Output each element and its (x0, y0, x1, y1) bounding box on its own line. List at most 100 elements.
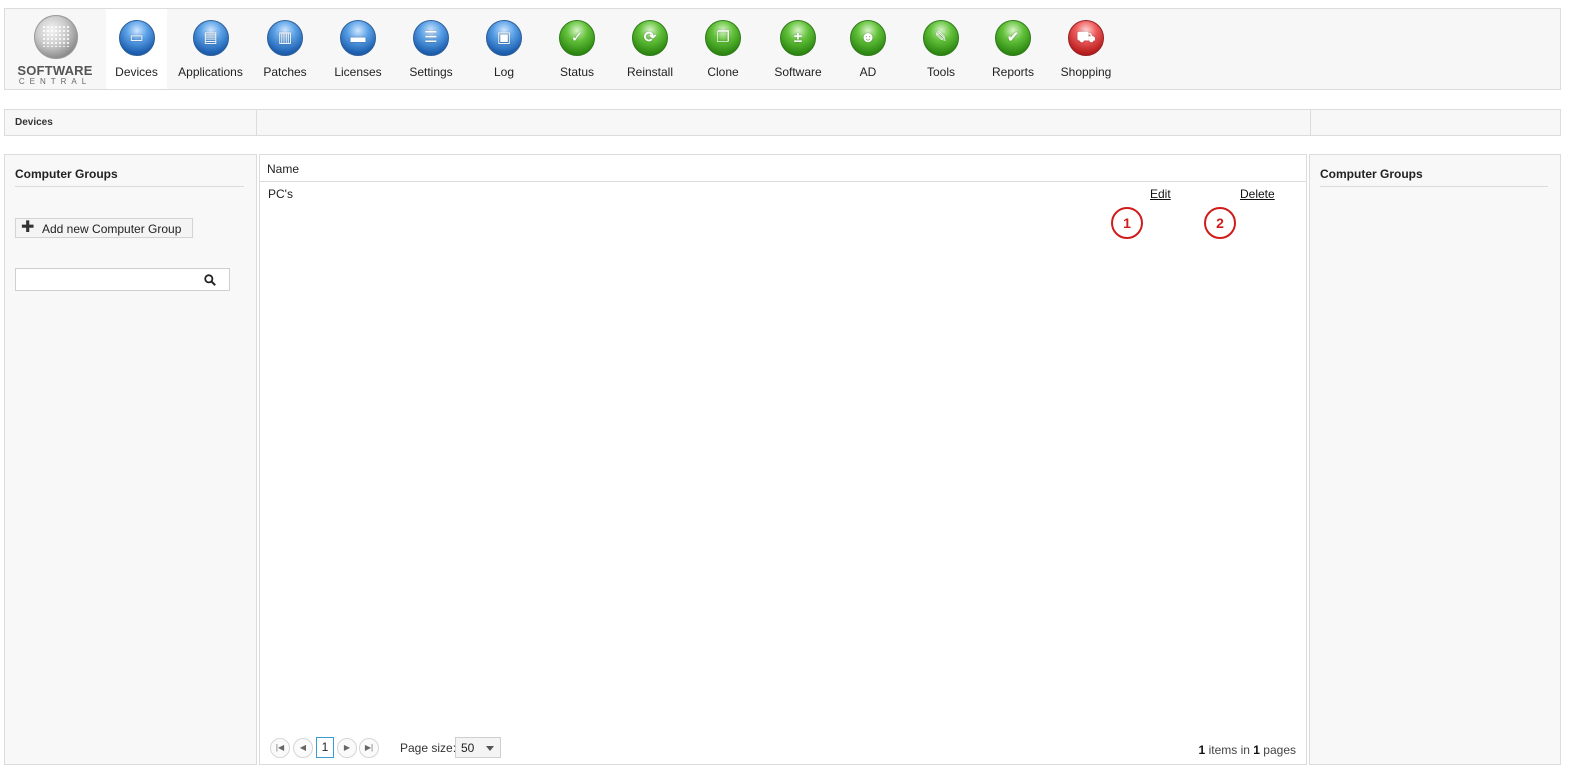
row-name: PC's (268, 187, 293, 201)
breadcrumb-divider (256, 110, 257, 135)
page-size-select[interactable]: 50 (455, 737, 501, 758)
nav-patches-button[interactable]: ▥ Patches (255, 9, 315, 89)
clipboard-check-icon: ✔ (995, 20, 1031, 56)
prev-page-icon[interactable]: ◀ (293, 738, 313, 758)
book-icon: ▥ (267, 20, 303, 56)
copy-icon-glyph: ❐ (716, 29, 730, 46)
nav-label: Reports (991, 65, 1035, 79)
callout-marker-1: 1 (1111, 207, 1143, 239)
delete-link[interactable]: Delete (1240, 187, 1275, 201)
refresh-icon-glyph: ⟳ (643, 29, 657, 46)
copy-icon: ❐ (705, 20, 741, 56)
users-icon: ☻ (850, 20, 886, 56)
applications-icon: ▤ (192, 20, 229, 56)
nav-status-button[interactable]: ✓ Status (547, 9, 607, 89)
right-panel: Computer Groups (1309, 154, 1561, 765)
plus-minus-icon: ± (780, 20, 816, 56)
software-central-logo[interactable]: SOFTWARE CENTRAL (9, 13, 101, 87)
add-computer-group-label: Add new Computer Group (42, 222, 182, 236)
nav-reinstall-button[interactable]: ⟳ Reinstall (620, 9, 680, 89)
divider (1320, 186, 1548, 187)
nav-clone-button[interactable]: ❐ Clone (693, 9, 753, 89)
clipboard-check-icon-glyph: ✔ (1006, 29, 1020, 46)
search-icon[interactable] (204, 274, 216, 286)
nav-label: Shopping (1060, 65, 1112, 79)
add-computer-group-button[interactable]: ✚ Add new Computer Group (15, 218, 193, 238)
group-search-input[interactable] (18, 271, 202, 290)
monitor-icon: ▭ (118, 20, 155, 56)
table-row[interactable]: PC's 1 Edit 2 Delete (260, 182, 1306, 239)
nav-label: Software (774, 65, 822, 79)
first-page-icon[interactable]: |◀ (270, 738, 290, 758)
monitor-icon-glyph: ▭ (129, 29, 144, 46)
logo-globe-icon (34, 15, 78, 59)
current-page-number[interactable]: 1 (316, 737, 334, 758)
pages-text: pages (1263, 743, 1296, 757)
chevron-down-icon (486, 746, 494, 751)
left-panel: Computer Groups ✚ Add new Computer Group (4, 154, 257, 765)
cart-icon-glyph: ⛟ (1076, 29, 1096, 46)
nav-tools-button[interactable]: ✎ Tools (911, 9, 971, 89)
checkmark-icon-glyph: ✓ (570, 29, 584, 46)
group-search-box (15, 268, 230, 291)
logo-text-software: SOFTWARE (17, 63, 93, 78)
page-size-value: 50 (461, 741, 475, 755)
nav-devices-button[interactable]: ▭ Devices (106, 9, 167, 89)
refresh-icon: ⟳ (632, 20, 668, 56)
nav-label: Status (559, 65, 595, 79)
checkmark-icon: ✓ (559, 20, 595, 56)
callout-marker-2: 2 (1204, 207, 1236, 239)
nav-reports-button[interactable]: ✔ Reports (983, 9, 1043, 89)
checklist-icon: ☰ (413, 20, 449, 56)
right-panel-title: Computer Groups (1320, 167, 1423, 181)
folder-icon: ▬ (340, 20, 376, 56)
users-icon-glyph: ☻ (860, 29, 876, 46)
applications-icon-glyph: ▤ (203, 29, 218, 46)
nav-label: Clone (707, 65, 739, 79)
left-panel-title: Computer Groups (15, 167, 118, 181)
cart-icon: ⛟ (1068, 20, 1104, 56)
nav-label: Tools (926, 65, 955, 79)
grid-header: Name (260, 155, 1306, 182)
nav-settings-button[interactable]: ☰ Settings (401, 9, 461, 89)
nav-log-button[interactable]: ▣ Log (474, 9, 534, 89)
nav-label: Applications (178, 65, 243, 79)
checklist-icon-glyph: ☰ (424, 29, 438, 46)
last-page-icon[interactable]: ▶| (359, 738, 379, 758)
nav-software-button[interactable]: ± Software (765, 9, 831, 89)
nav-label: Devices (115, 65, 158, 79)
breadcrumb-current: Devices (15, 117, 53, 128)
breadcrumb-divider (1310, 110, 1311, 135)
pages-count: 1 (1253, 743, 1260, 757)
plus-icon: ✚ (21, 219, 35, 236)
edit-link[interactable]: Edit (1150, 187, 1171, 201)
wrench-icon-glyph: ✎ (934, 29, 948, 46)
nav-label: Patches (263, 65, 307, 79)
page-size-label: Page size: (400, 741, 457, 755)
items-count: 1 (1198, 743, 1206, 757)
folder-icon-glyph: ▬ (350, 29, 366, 46)
nav-ad-button[interactable]: ☻ AD (838, 9, 898, 89)
nav-label: Reinstall (626, 65, 674, 79)
nav-shopping-button[interactable]: ⛟ Shopping (1056, 9, 1116, 89)
divider (15, 186, 244, 187)
next-page-icon[interactable]: ▶ (337, 738, 357, 758)
nav-applications-button[interactable]: ▤ Applications (173, 9, 248, 89)
logbook-icon-glyph: ▣ (496, 29, 512, 46)
wrench-icon: ✎ (923, 20, 959, 56)
logo-text-central: CENTRAL (18, 77, 92, 86)
column-header-name[interactable]: Name (267, 162, 299, 176)
breadcrumb: Devices (4, 109, 1561, 136)
nav-label: Settings (409, 65, 453, 79)
book-icon-glyph: ▥ (277, 29, 293, 46)
main-toolbar: SOFTWARE CENTRAL ▭ Devices ▤ Applications ▥ P… (4, 8, 1561, 90)
items-text: items in (1208, 743, 1250, 757)
nav-label: Log (493, 65, 515, 79)
nav-label: AD (859, 65, 877, 79)
pager-info: 1 items in 1 pages (1199, 743, 1296, 757)
nav-label: Licenses (334, 65, 382, 79)
nav-licenses-button[interactable]: ▬ Licenses (328, 9, 388, 89)
groups-grid: Name PC's 1 Edit 2 Delete |◀ ◀ 1 ▶ ▶| Pa… (259, 154, 1307, 765)
logbook-icon: ▣ (486, 20, 522, 56)
plus-minus-icon-glyph: ± (793, 29, 803, 46)
